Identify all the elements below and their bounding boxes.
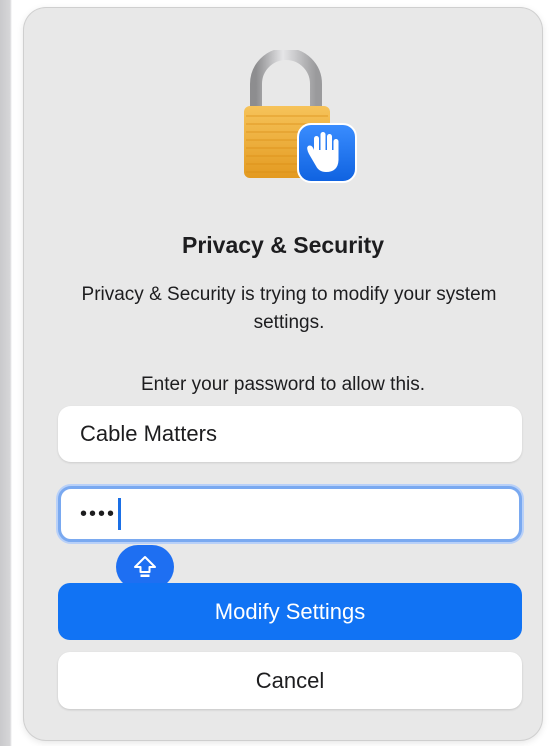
- username-value: Cable Matters: [80, 421, 217, 446]
- username-field[interactable]: Cable Matters: [58, 406, 522, 462]
- text-cursor: [118, 498, 122, 530]
- dialog-message: Privacy & Security is trying to modify y…: [81, 284, 497, 333]
- password-field[interactable]: ••••: [58, 486, 522, 542]
- dialog-title: Privacy & Security: [181, 232, 384, 258]
- cancel-button[interactable]: Cancel: [58, 652, 522, 709]
- padlock-with-hand-icon: [244, 48, 384, 190]
- password-masked-value: ••••: [80, 502, 117, 525]
- modify-settings-button[interactable]: Modify Settings: [58, 583, 522, 640]
- password-prompt: Enter your password to allow this.: [140, 374, 426, 395]
- authentication-dialog: Privacy & Security Privacy & Security is…: [24, 8, 542, 740]
